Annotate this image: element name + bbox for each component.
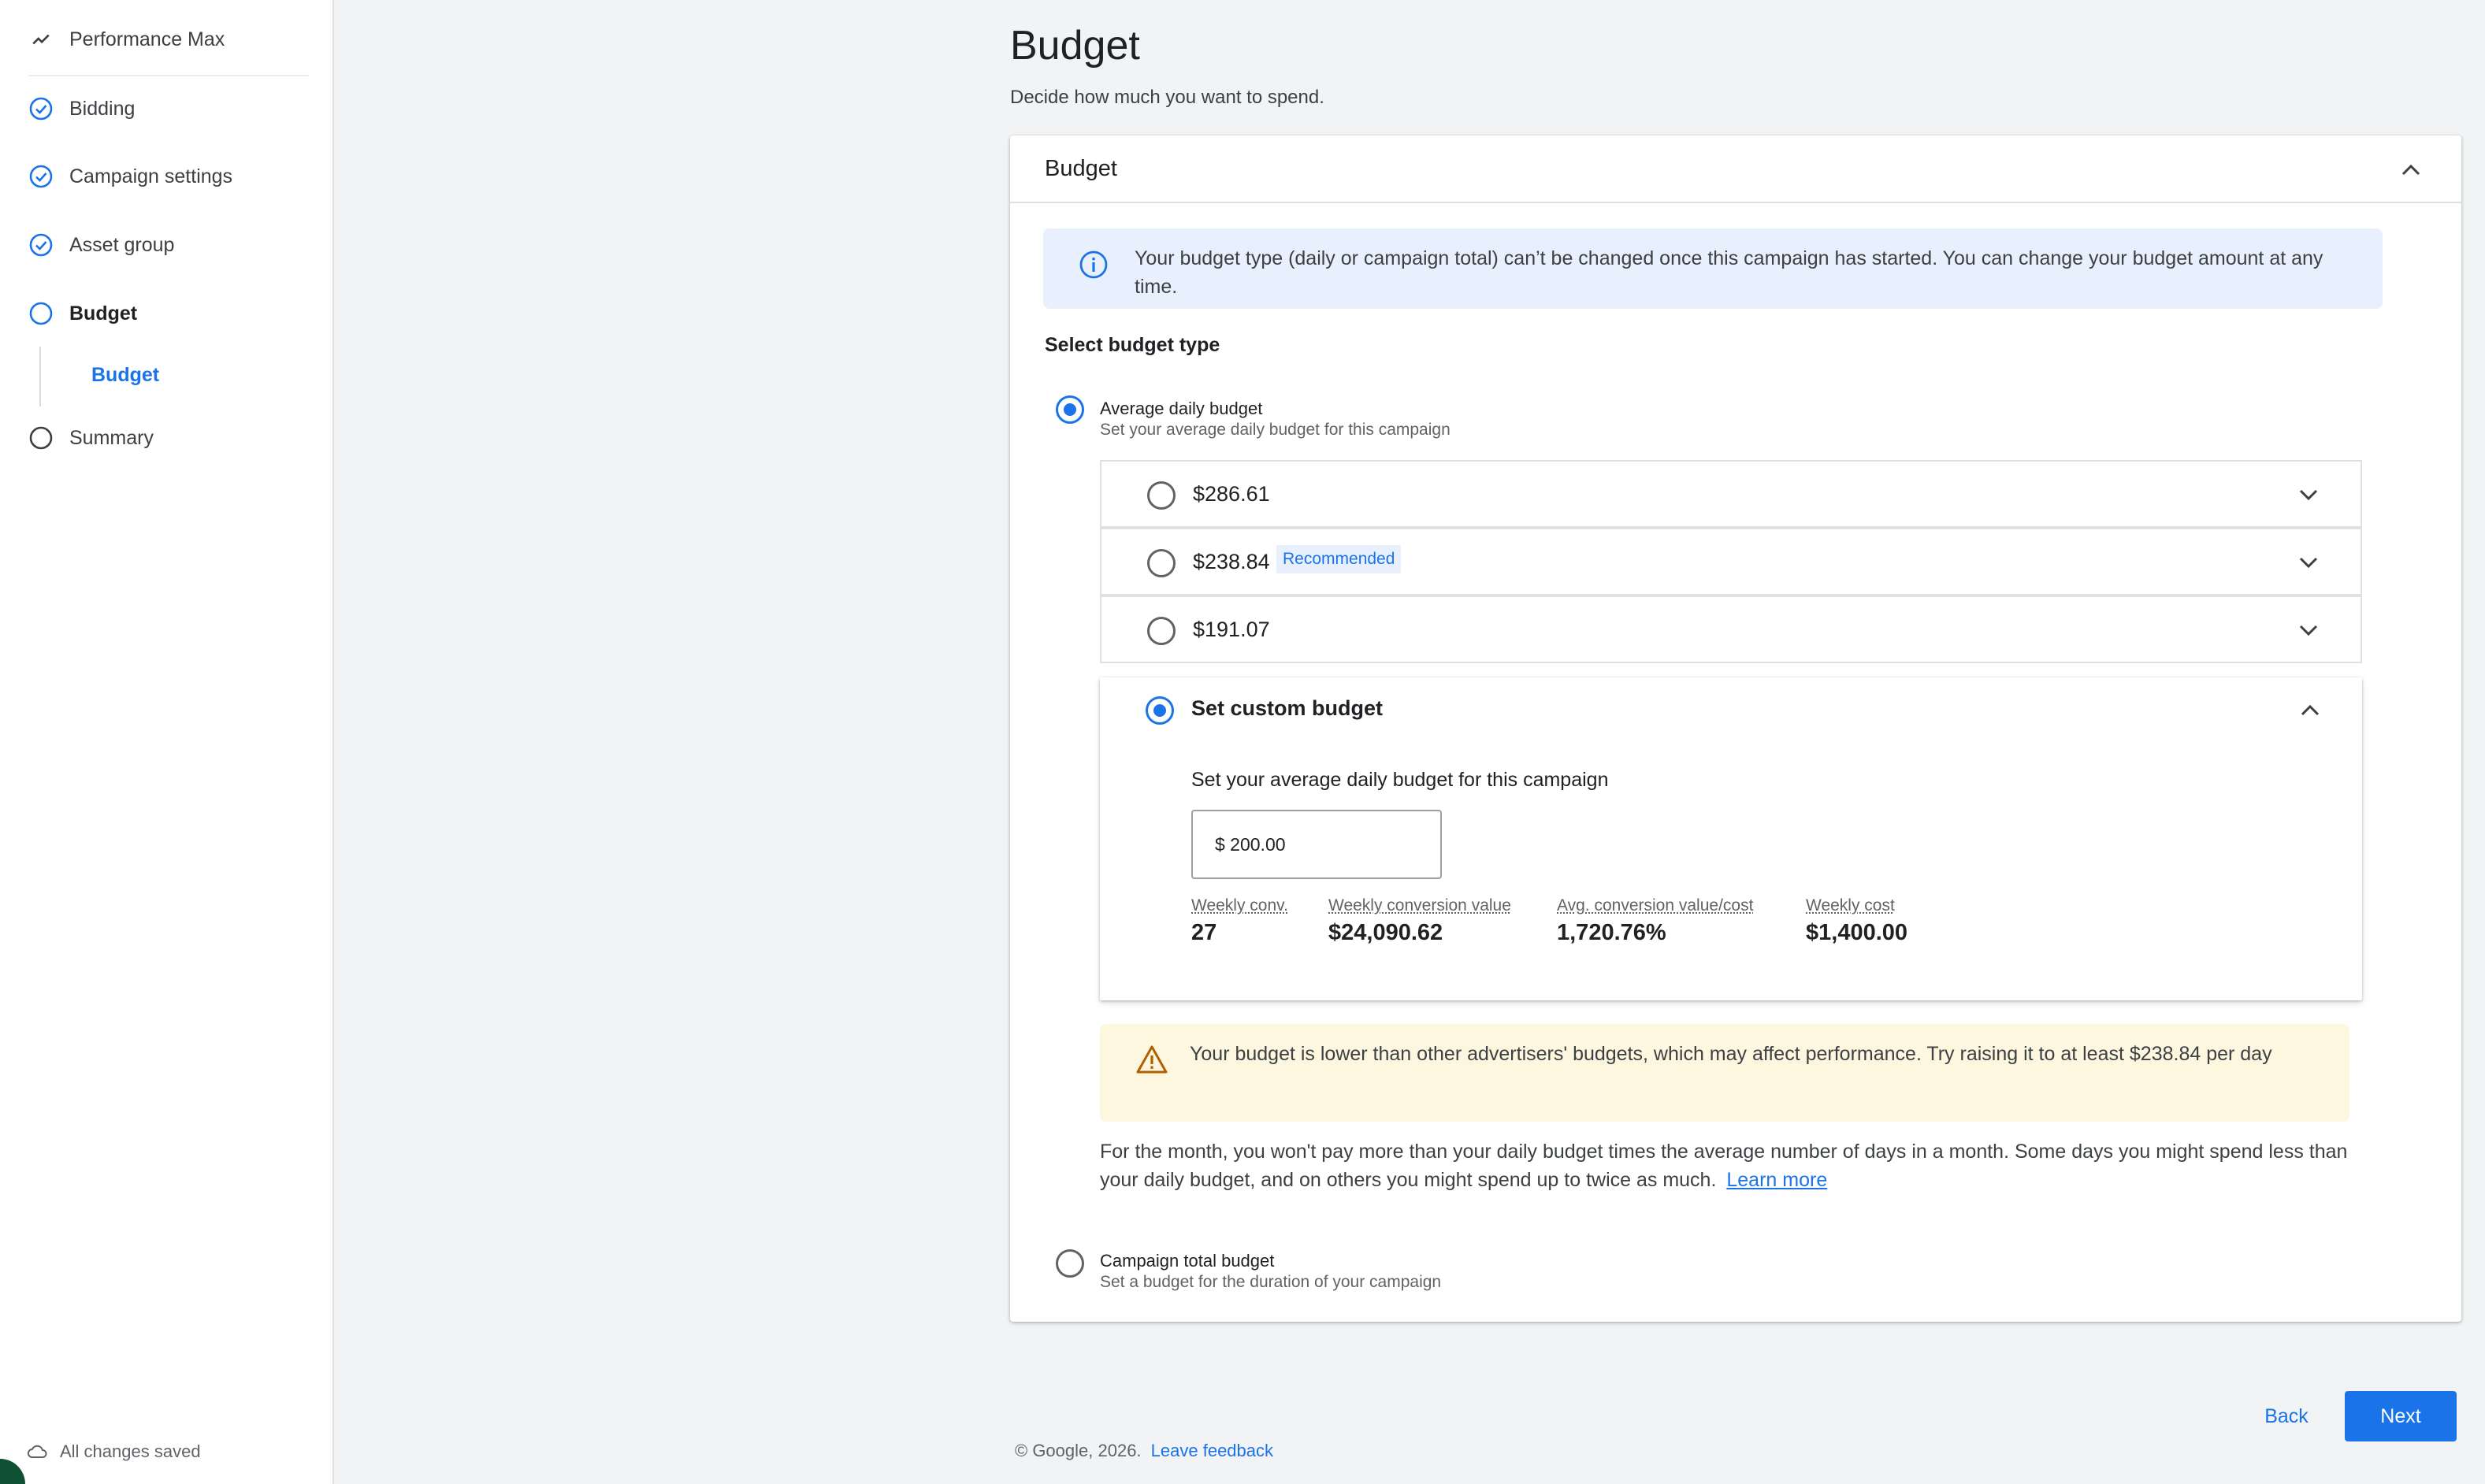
stat-value: 1,720.76% bbox=[1557, 920, 1666, 945]
next-button[interactable]: Next bbox=[2345, 1391, 2457, 1441]
empty-circle-icon bbox=[28, 425, 54, 451]
stat-avg-conversion-value-cost: Avg. conversion value/cost 1,720.76% bbox=[1557, 896, 1753, 946]
monthly-note: For the month, you won't pay more than y… bbox=[1100, 1137, 2361, 1194]
budget-option-row[interactable]: $238.84 Recommended bbox=[1100, 528, 2362, 595]
learn-more-link[interactable]: Learn more bbox=[1726, 1169, 1827, 1191]
card-title: Budget bbox=[1045, 156, 1117, 181]
budget-option-amount: $191.07 bbox=[1193, 618, 1270, 641]
stat-weekly-cost: Weekly cost $1,400.00 bbox=[1806, 896, 1907, 946]
chevron-down-icon[interactable] bbox=[2294, 616, 2323, 644]
sidebar-item-label: Asset group bbox=[69, 233, 175, 256]
check-circle-icon bbox=[28, 96, 54, 121]
info-icon bbox=[1078, 249, 1109, 280]
warning-text: Your budget is lower than other advertis… bbox=[1190, 1043, 2272, 1065]
cloud-done-icon bbox=[25, 1440, 49, 1464]
custom-budget-panel: Set custom budget Set your average daily… bbox=[1100, 677, 2362, 1000]
budget-option-amount: $238.84 bbox=[1193, 550, 1270, 573]
average-daily-budget-desc: Set your average daily budget for this c… bbox=[1100, 421, 1451, 439]
check-circle-icon bbox=[28, 232, 54, 258]
stat-value: $24,090.62 bbox=[1328, 920, 1443, 945]
custom-budget-label: Set custom budget bbox=[1191, 696, 1384, 720]
sidebar-item-campaign-settings[interactable]: Campaign settings bbox=[28, 164, 232, 189]
recommended-badge: Recommended bbox=[1276, 545, 1402, 573]
chevron-down-icon[interactable] bbox=[2294, 480, 2323, 509]
sidebar-item-label: Performance Max bbox=[69, 28, 225, 50]
warning-icon bbox=[1135, 1043, 1169, 1078]
custom-budget-sublabel: Set your average daily budget for this c… bbox=[1191, 769, 1609, 791]
stat-label[interactable]: Weekly conv. bbox=[1191, 896, 1288, 915]
budget-option-row[interactable]: $191.07 bbox=[1100, 595, 2362, 663]
stat-value: $1,400.00 bbox=[1806, 920, 1908, 945]
back-button[interactable]: Back bbox=[2245, 1393, 2327, 1440]
trend-icon bbox=[28, 27, 54, 52]
budget-option-row[interactable]: $286.61 bbox=[1100, 460, 2362, 528]
select-budget-type-label: Select budget type bbox=[1045, 334, 1220, 356]
average-daily-budget-radio[interactable] bbox=[1056, 395, 1084, 424]
page-subtitle: Decide how much you want to spend. bbox=[1010, 87, 1324, 108]
daily-budget-input[interactable]: $ 200.00 bbox=[1191, 810, 1442, 879]
monthly-note-text: For the month, you won't pay more than y… bbox=[1100, 1141, 2348, 1191]
stat-weekly-conv: Weekly conv. 27 bbox=[1191, 896, 1288, 946]
save-status: All changes saved bbox=[25, 1440, 201, 1464]
chevron-down-icon[interactable] bbox=[2294, 548, 2323, 577]
footer: © Google, 2026. Leave feedback bbox=[1015, 1441, 1273, 1461]
average-daily-budget-label: Average daily budget bbox=[1100, 399, 1263, 418]
save-status-text: All changes saved bbox=[60, 1441, 201, 1461]
budget-option-radio[interactable] bbox=[1147, 481, 1176, 510]
sidebar-item-summary[interactable]: Summary bbox=[28, 425, 154, 451]
stat-label[interactable]: Weekly cost bbox=[1806, 896, 1907, 915]
empty-circle-icon bbox=[28, 301, 54, 326]
budget-option-amount: $286.61 bbox=[1193, 482, 1270, 506]
campaign-total-budget-label: Campaign total budget bbox=[1100, 1251, 1275, 1271]
sidebar-subitem-budget[interactable]: Budget bbox=[91, 364, 159, 387]
card-header[interactable]: Budget bbox=[1010, 135, 2461, 203]
sidebar-item-label: Bidding bbox=[69, 97, 136, 120]
campaign-total-budget-radio[interactable] bbox=[1056, 1249, 1084, 1278]
sidebar-item-label: Budget bbox=[69, 302, 138, 325]
budget-option-radio[interactable] bbox=[1147, 549, 1176, 577]
leave-feedback-link[interactable]: Leave feedback bbox=[1151, 1441, 1273, 1460]
budget-option-radio[interactable] bbox=[1147, 617, 1176, 645]
copyright-text: © Google, 2026. bbox=[1015, 1441, 1142, 1460]
sidebar-item-performance-max[interactable]: Performance Max bbox=[28, 27, 225, 52]
sidebar-item-bidding[interactable]: Bidding bbox=[28, 96, 135, 121]
stat-label[interactable]: Weekly conversion value bbox=[1328, 896, 1511, 915]
stat-label[interactable]: Avg. conversion value/cost bbox=[1557, 896, 1753, 915]
chevron-up-icon[interactable] bbox=[2296, 696, 2324, 725]
sidebar-item-asset-group[interactable]: Asset group bbox=[28, 232, 174, 258]
sidebar-divider bbox=[28, 75, 309, 76]
page-title: Budget bbox=[1010, 23, 1140, 69]
info-text: Your budget type (daily or campaign tota… bbox=[1135, 247, 2323, 298]
custom-budget-radio[interactable] bbox=[1146, 696, 1174, 725]
campaign-total-budget-desc: Set a budget for the duration of your ca… bbox=[1100, 1273, 1442, 1291]
chevron-up-icon[interactable] bbox=[2395, 154, 2427, 186]
stat-value: 27 bbox=[1191, 920, 1217, 945]
sidebar-item-label: Summary bbox=[69, 426, 154, 449]
budget-card: Budget Your budget type (daily or campai… bbox=[1010, 135, 2461, 1322]
sidebar-item-label: Campaign settings bbox=[69, 165, 233, 187]
stat-weekly-conversion-value: Weekly conversion value $24,090.62 bbox=[1328, 896, 1511, 946]
info-banner: Your budget type (daily or campaign tota… bbox=[1043, 228, 2383, 309]
check-circle-icon bbox=[28, 164, 54, 189]
sidebar-item-budget[interactable]: Budget bbox=[28, 301, 137, 326]
warning-banner: Your budget is lower than other advertis… bbox=[1100, 1024, 2349, 1122]
sidebar: Performance Max Bidding Campaign setting… bbox=[0, 0, 334, 1484]
sidebar-sub-line bbox=[39, 347, 41, 406]
